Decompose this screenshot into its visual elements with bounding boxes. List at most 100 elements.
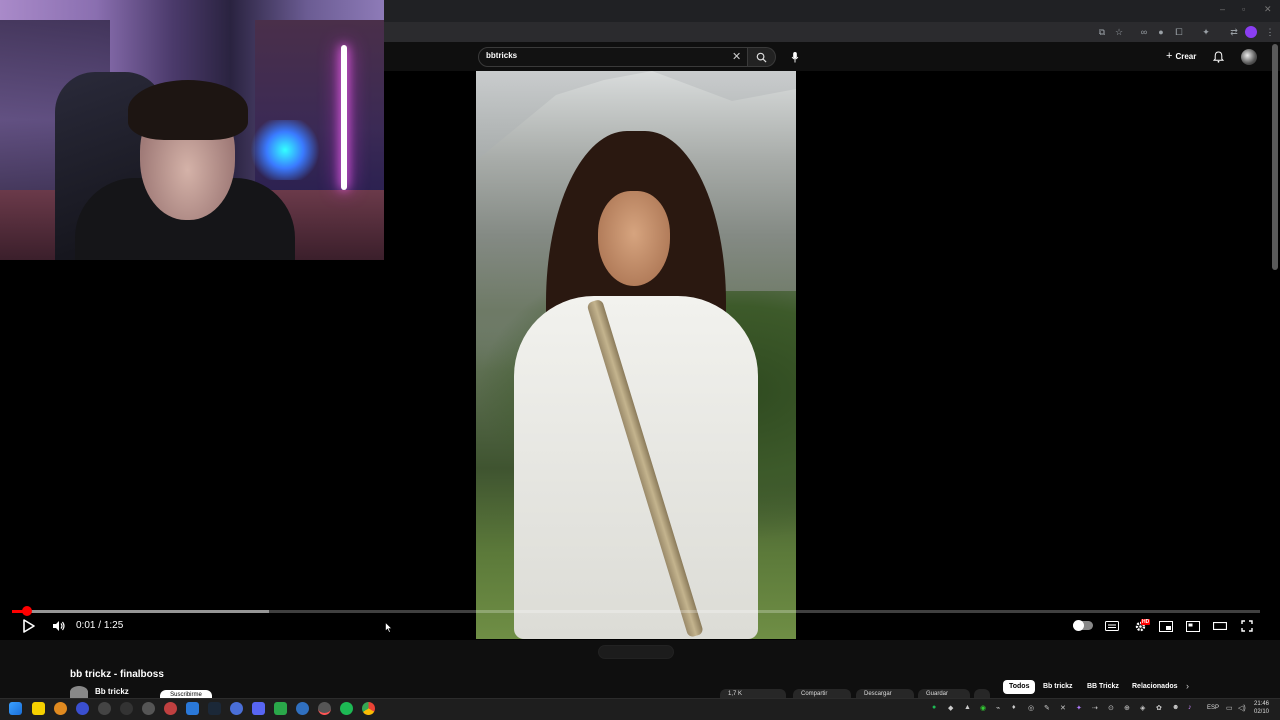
channel-avatar[interactable] bbox=[70, 686, 88, 698]
app-icon[interactable] bbox=[274, 702, 287, 715]
video-title: bb trickz - finalboss bbox=[70, 669, 164, 680]
app-icon[interactable] bbox=[98, 702, 111, 715]
tray-icon[interactable]: ✎ bbox=[1044, 704, 1050, 712]
tray-icon[interactable]: ◈ bbox=[1140, 704, 1145, 712]
app-icon[interactable] bbox=[186, 702, 199, 715]
progress-scrubber[interactable] bbox=[21, 606, 32, 616]
theater-mode-button[interactable] bbox=[1184, 617, 1202, 635]
chrome-icon[interactable] bbox=[362, 702, 375, 715]
create-button[interactable]: + Crear bbox=[1166, 50, 1196, 62]
time-display: 0:01 / 1:25 bbox=[76, 620, 123, 631]
tray-icon[interactable]: ◎ bbox=[1028, 704, 1034, 712]
sticky-notes-icon[interactable] bbox=[32, 702, 45, 715]
tray-icon[interactable]: ✦ bbox=[1076, 704, 1082, 712]
current-time: 0:01 bbox=[76, 620, 96, 631]
wide-screen-icon bbox=[1213, 622, 1227, 630]
app-icon[interactable] bbox=[142, 702, 155, 715]
extension-icon[interactable]: ● bbox=[1155, 26, 1167, 38]
channel-name[interactable]: Bb trickz bbox=[95, 687, 129, 696]
hd-badge: HD bbox=[1141, 619, 1151, 625]
maximize-icon[interactable]: ▫ bbox=[1242, 4, 1245, 14]
clock[interactable]: 21:46 02/10 bbox=[1254, 700, 1269, 716]
tray-icon[interactable]: ⌁ bbox=[996, 704, 1000, 712]
windows-start-icon[interactable] bbox=[9, 702, 22, 715]
search-button[interactable] bbox=[748, 47, 776, 67]
clock-time: 21:46 bbox=[1254, 701, 1270, 707]
mouse-cursor-icon bbox=[385, 620, 393, 638]
subtitles-button[interactable] bbox=[1103, 617, 1121, 635]
bookmark-star-icon[interactable]: ☆ bbox=[1113, 26, 1125, 38]
subject-face bbox=[598, 191, 670, 286]
tray-icon[interactable]: ♦ bbox=[1012, 704, 1016, 711]
avatar[interactable] bbox=[1241, 49, 1257, 65]
app-icon[interactable] bbox=[164, 702, 177, 715]
tray-icon[interactable]: ▲ bbox=[964, 704, 971, 711]
webcam-overlay bbox=[0, 0, 384, 260]
play-icon bbox=[23, 619, 35, 633]
close-icon[interactable]: ✕ bbox=[732, 50, 741, 63]
bell-icon[interactable] bbox=[1212, 50, 1225, 68]
tray-icon[interactable]: ⇢ bbox=[1092, 704, 1098, 712]
create-label: Crear bbox=[1175, 51, 1197, 61]
browser-menu-icon[interactable]: ⋮ bbox=[1264, 26, 1276, 38]
chip-all[interactable]: Todos bbox=[1003, 680, 1036, 694]
tray-mic-icon[interactable]: ♪ bbox=[1188, 704, 1192, 711]
autoplay-knob bbox=[1073, 620, 1084, 631]
tray-icon[interactable]: ⊕ bbox=[1124, 704, 1130, 712]
app-icon[interactable] bbox=[230, 702, 243, 715]
extensions-puzzle-icon[interactable]: ⧠ bbox=[1173, 26, 1185, 38]
miniplayer-button[interactable] bbox=[1157, 617, 1175, 635]
page-scrollbar[interactable] bbox=[1272, 44, 1278, 270]
search-icon bbox=[756, 52, 767, 63]
play-button[interactable] bbox=[20, 617, 38, 635]
minimize-icon[interactable]: – bbox=[1220, 4, 1225, 14]
neon-tube bbox=[341, 45, 347, 190]
tray-icon[interactable]: ☻ bbox=[1172, 704, 1179, 711]
speaker-icon[interactable]: ◁) bbox=[1238, 704, 1246, 712]
fullscreen-icon bbox=[1241, 620, 1253, 632]
tray-icon[interactable]: ✿ bbox=[1156, 704, 1162, 712]
chip-related[interactable]: Relacionados bbox=[1126, 680, 1184, 694]
tray-icon[interactable]: ◆ bbox=[948, 704, 953, 712]
language-indicator[interactable]: ESP bbox=[1207, 705, 1219, 711]
plus-icon: + bbox=[1166, 50, 1173, 62]
volume-button[interactable] bbox=[50, 617, 68, 635]
search-query: bbtricks bbox=[486, 51, 518, 60]
theater-icon bbox=[1186, 620, 1200, 632]
tray-icon[interactable]: ⊙ bbox=[1108, 704, 1114, 712]
player-background bbox=[0, 260, 476, 640]
profile-icon[interactable] bbox=[1245, 26, 1257, 38]
subtitles-icon bbox=[1105, 621, 1119, 631]
video-frame[interactable] bbox=[476, 71, 796, 639]
app-icon[interactable] bbox=[296, 702, 309, 715]
chip-bb-trickz-upper[interactable]: BB Trickz bbox=[1081, 680, 1125, 694]
voice-search-button[interactable] bbox=[786, 48, 804, 66]
cyan-light bbox=[250, 120, 320, 180]
tray-icon[interactable]: ✕ bbox=[1060, 704, 1066, 712]
network-icon[interactable]: ▭ bbox=[1226, 704, 1233, 712]
discord-icon[interactable] bbox=[252, 702, 265, 715]
cast-button[interactable] bbox=[1211, 617, 1229, 635]
tray-icon[interactable]: ◉ bbox=[980, 704, 986, 712]
search-input[interactable] bbox=[478, 47, 748, 67]
install-app-icon[interactable]: ⧉ bbox=[1096, 26, 1108, 38]
extension-icon[interactable]: ⇄ bbox=[1228, 26, 1240, 38]
vpn-icon[interactable] bbox=[76, 702, 89, 715]
streamer-hair bbox=[128, 80, 248, 140]
progress-buffered bbox=[12, 610, 270, 613]
window-close-icon[interactable]: ✕ bbox=[1264, 4, 1272, 15]
overlay-pill bbox=[598, 645, 674, 659]
chip-bb-trickz[interactable]: Bb trickz bbox=[1037, 680, 1079, 694]
fullscreen-button[interactable] bbox=[1238, 617, 1256, 635]
chevron-right-icon[interactable]: › bbox=[1186, 681, 1189, 691]
tray-spotify-icon[interactable]: ● bbox=[932, 704, 936, 711]
obs-icon[interactable] bbox=[318, 702, 331, 715]
miniplayer-icon bbox=[1159, 620, 1173, 632]
spotify-icon[interactable] bbox=[340, 702, 353, 715]
search-app-icon[interactable] bbox=[54, 702, 67, 715]
extension-icon[interactable]: ✦ bbox=[1200, 26, 1212, 38]
time-separator: / bbox=[98, 620, 102, 631]
app-icon[interactable] bbox=[120, 702, 133, 715]
extension-icon[interactable]: ∞ bbox=[1138, 26, 1150, 38]
steam-icon[interactable] bbox=[208, 702, 221, 715]
